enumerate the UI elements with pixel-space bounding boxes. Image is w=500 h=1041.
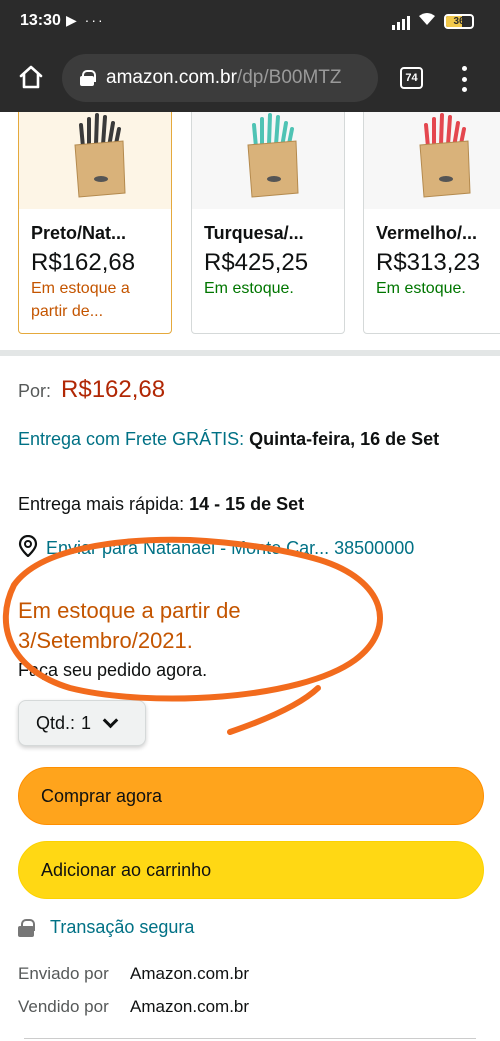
price-label: Por: bbox=[18, 381, 52, 401]
quantity-value: 1 bbox=[81, 712, 92, 733]
wifi-icon bbox=[418, 12, 436, 31]
secure-transaction[interactable]: Transação segura bbox=[18, 917, 194, 938]
shipped-by-label: Enviado por bbox=[18, 964, 109, 983]
free-delivery-info: Entrega com Frete GRÁTIS: Quinta-feira, … bbox=[18, 426, 468, 452]
order-now-text: Faça seu pedido agora. bbox=[18, 660, 208, 680]
tab-count: 74 bbox=[405, 72, 418, 84]
price-row: Por: R$162,68 bbox=[18, 376, 165, 404]
battery-icon: 36 bbox=[444, 14, 474, 29]
shipped-by-row: Enviado por Amazon.com.br bbox=[18, 964, 249, 984]
price-value: R$162,68 bbox=[61, 376, 166, 403]
lock-icon bbox=[80, 70, 96, 86]
tabs-icon[interactable]: 74 bbox=[400, 67, 423, 89]
url-path: /dp/B00MTZ bbox=[236, 67, 342, 88]
chevron-down-icon bbox=[102, 712, 119, 728]
address-bar[interactable]: amazon.com.br /dp/B00MTZ bbox=[62, 54, 378, 102]
variant-price: R$425,25 bbox=[204, 249, 309, 276]
knife-block-image bbox=[192, 112, 344, 209]
variant-name: Vermelho/... bbox=[376, 223, 478, 243]
secure-lock-icon bbox=[18, 918, 35, 937]
section-divider bbox=[0, 350, 500, 356]
fast-delivery-label: Entrega mais rápida: bbox=[18, 494, 185, 514]
browser-toolbar: amazon.com.br /dp/B00MTZ 74 bbox=[0, 44, 500, 112]
variant-stock: Em estoque. bbox=[376, 280, 466, 297]
sold-by-row: Vendido por Amazon.com.br bbox=[18, 997, 249, 1017]
free-shipping-link[interactable]: Entrega com Frete GRÁTIS: bbox=[18, 429, 244, 449]
status-right-icons: 36 bbox=[392, 12, 474, 31]
url-host: amazon.com.br bbox=[106, 67, 237, 88]
variant-stock: Em estoque a partir de... bbox=[31, 280, 130, 320]
buy-now-button[interactable]: Comprar agora bbox=[18, 767, 484, 825]
delivery-date: Quinta-feira, 16 de Set bbox=[249, 429, 440, 449]
variant-price: R$313,23 bbox=[376, 249, 481, 276]
status-time: 13:30 bbox=[20, 12, 61, 29]
location-text: Enviar para Natanael - Monte Car... 3850… bbox=[46, 538, 415, 558]
variant-card[interactable]: Vermelho/... R$313,23 Em estoque. bbox=[363, 112, 500, 334]
variant-card[interactable]: Preto/Nat... R$162,68 Em estoque a parti… bbox=[18, 112, 172, 334]
sold-by-label: Vendido por bbox=[18, 997, 109, 1016]
knife-block-image bbox=[19, 112, 171, 209]
variant-name: Preto/Nat... bbox=[31, 223, 127, 243]
variant-carousel: Preto/Nat... R$162,68 Em estoque a parti… bbox=[0, 112, 500, 334]
quantity-label: Qtd.: bbox=[36, 712, 76, 733]
shipped-by-value: Amazon.com.br bbox=[130, 964, 250, 983]
buy-now-label: Comprar agora bbox=[41, 785, 163, 806]
fast-delivery-date: 14 - 15 de Set bbox=[189, 494, 305, 514]
add-to-cart-button[interactable]: Adicionar ao carrinho bbox=[18, 841, 484, 899]
status-notification-icons: ▶ ··· bbox=[66, 12, 105, 28]
signal-icon bbox=[392, 14, 410, 30]
variant-price: R$162,68 bbox=[31, 249, 136, 276]
variant-name: Turquesa/... bbox=[204, 223, 304, 243]
knife-block-image bbox=[364, 112, 500, 209]
secure-transaction-text: Transação segura bbox=[50, 917, 195, 937]
quantity-dropdown[interactable]: Qtd.: 1 bbox=[18, 700, 146, 746]
menu-icon[interactable] bbox=[454, 66, 474, 92]
variant-stock: Em estoque. bbox=[204, 280, 294, 297]
home-icon[interactable] bbox=[16, 62, 46, 92]
location-pin-icon bbox=[18, 534, 38, 562]
delivery-location[interactable]: Enviar para Natanael - Monte Car... 3850… bbox=[18, 534, 415, 562]
status-bar: 13:30 ▶ ··· 36 bbox=[0, 0, 500, 44]
variant-card[interactable]: Turquesa/... R$425,25 Em estoque. bbox=[191, 112, 345, 334]
battery-level: 36 bbox=[453, 16, 465, 27]
availability-text: Em estoque a partir de 3/Setembro/2021. bbox=[18, 598, 241, 653]
sold-by-value: Amazon.com.br bbox=[130, 997, 250, 1016]
add-to-cart-label: Adicionar ao carrinho bbox=[41, 859, 212, 880]
bottom-divider bbox=[24, 1038, 476, 1039]
fast-delivery-info: Entrega mais rápida: 14 - 15 de Set bbox=[18, 494, 304, 515]
